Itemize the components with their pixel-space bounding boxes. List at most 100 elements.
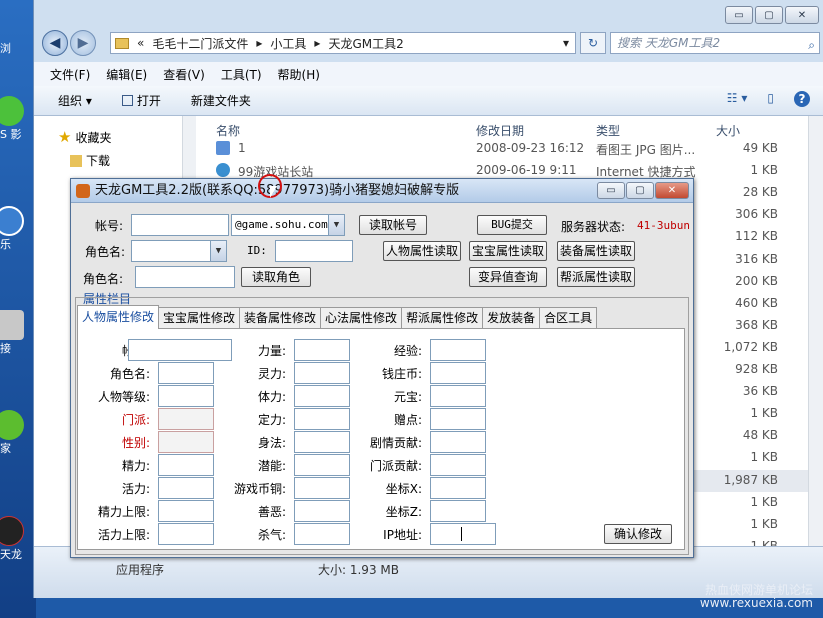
read-equip-attr-button[interactable]: 装备属性读取 <box>557 241 635 261</box>
desktop-icon-4[interactable]: 接 <box>0 310 36 356</box>
field-input[interactable] <box>430 523 496 545</box>
domain-select[interactable]: @game.sohu.com ▼ <box>231 214 345 236</box>
file-row[interactable]: 1 2008-09-23 16:12 看图王 JPG 图片... 49 KB <box>196 138 816 160</box>
field-input[interactable] <box>430 339 486 361</box>
read-account-button[interactable]: 读取帐号 <box>359 215 427 235</box>
menu-view[interactable]: 查看(V) <box>163 66 205 83</box>
desktop: 浏 S 影 乐 接 家 天龙 <box>0 0 36 618</box>
role-name-label: 角色名: <box>85 245 126 259</box>
tab-guild-attr[interactable]: 帮派属性修改 <box>401 307 484 329</box>
field-input[interactable] <box>158 362 214 384</box>
field-input[interactable] <box>294 339 350 361</box>
breadcrumb-separator-icon[interactable]: ▸ <box>256 36 262 50</box>
back-arrow-icon: ◀ <box>49 35 61 51</box>
field-input[interactable] <box>294 500 350 522</box>
desktop-icon-1[interactable]: 浏 <box>0 40 36 56</box>
file-size: 928 KB <box>735 362 778 376</box>
address-bar[interactable]: « 毛毛十二门派文件 ▸ 小工具 ▸ 天龙GM工具2 ▾ <box>110 32 576 54</box>
field-input[interactable] <box>158 385 214 407</box>
address-chevron-icon[interactable]: « <box>137 36 144 50</box>
desktop-icon-6[interactable]: 天龙 <box>0 516 36 562</box>
dialog-titlebar[interactable]: 天龙GM工具2.2版(联系QQ:58977973)骑小猪娶媳妇破解专版 ▭ ▢ … <box>71 179 693 203</box>
read-role-button[interactable]: 读取角色 <box>241 267 311 287</box>
menu-help[interactable]: 帮助(H) <box>278 66 320 83</box>
new-folder-button[interactable]: 新建文件夹 <box>191 92 251 109</box>
menu-edit[interactable]: 编辑(E) <box>106 66 147 83</box>
nav-favorites[interactable]: ★ 收藏夹 <box>58 128 111 146</box>
field-input[interactable] <box>158 477 214 499</box>
field-label: 精力: <box>121 459 150 473</box>
tab-skill-attr[interactable]: 心法属性修改 <box>320 307 403 329</box>
field-input[interactable] <box>430 454 486 476</box>
back-button[interactable]: ◀ <box>42 30 68 56</box>
field-input[interactable] <box>430 500 486 522</box>
role-name-input[interactable] <box>135 266 235 288</box>
tab-server-merge[interactable]: 合区工具 <box>539 307 598 329</box>
organize-button[interactable]: 组织 ▾ <box>58 92 92 109</box>
id-input[interactable] <box>275 240 353 262</box>
tab-issue-equipment[interactable]: 发放装备 <box>482 307 541 329</box>
field-input[interactable] <box>158 408 214 430</box>
tab-equip-attr[interactable]: 装备属性修改 <box>239 307 322 329</box>
nav-downloads[interactable]: 下载 <box>70 152 110 169</box>
column-modified[interactable]: 修改日期 <box>476 122 524 139</box>
tab-character-attr[interactable]: 人物属性修改 <box>77 305 160 329</box>
breadcrumb-item[interactable]: 毛毛十二门派文件 <box>152 35 248 52</box>
address-dropdown-icon[interactable]: ▾ <box>563 36 569 50</box>
desktop-icon-5[interactable]: 家 <box>0 410 36 456</box>
dialog-minimize-button[interactable]: ▭ <box>597 182 625 199</box>
field-input[interactable] <box>430 385 486 407</box>
breadcrumb-item[interactable]: 天龙GM工具2 <box>328 35 403 52</box>
field-input[interactable] <box>294 523 350 545</box>
field-input[interactable] <box>158 431 214 453</box>
field-input[interactable] <box>294 431 350 453</box>
desktop-icon-2[interactable]: S 影 <box>0 96 36 142</box>
field-input[interactable] <box>430 408 486 430</box>
read-char-attr-button[interactable]: 人物属性读取 <box>383 241 461 261</box>
breadcrumb-item[interactable]: 小工具 <box>270 35 306 52</box>
role-name-select[interactable]: ▼ <box>131 240 227 262</box>
field-label: 活力: <box>121 482 150 496</box>
read-pet-attr-button[interactable]: 宝宝属性读取 <box>469 241 547 261</box>
field-input[interactable] <box>430 477 486 499</box>
column-name[interactable]: 名称 <box>216 122 240 139</box>
minimize-button[interactable]: ▭ <box>725 6 753 24</box>
field-input[interactable] <box>294 408 350 430</box>
dialog-close-button[interactable]: ✕ <box>655 182 689 199</box>
field-input[interactable] <box>294 454 350 476</box>
field-input[interactable] <box>158 523 214 545</box>
confirm-modify-button[interactable]: 确认修改 <box>604 524 672 544</box>
column-type[interactable]: 类型 <box>596 122 620 139</box>
desktop-icon-3[interactable]: 乐 <box>0 206 36 252</box>
read-guild-attr-button[interactable]: 帮派属性读取 <box>557 267 635 287</box>
bug-submit-button[interactable]: BUG提交 <box>477 215 547 235</box>
nav-label: 下载 <box>86 154 111 168</box>
dialog-maximize-button[interactable]: ▢ <box>626 182 654 199</box>
maximize-button[interactable]: ▢ <box>755 6 783 24</box>
search-icon[interactable]: ⌕ <box>808 35 815 55</box>
column-size[interactable]: 大小 <box>716 122 740 139</box>
breadcrumb-separator-icon[interactable]: ▸ <box>314 36 320 50</box>
help-icon[interactable]: ? <box>794 91 810 107</box>
menu-tools[interactable]: 工具(T) <box>221 66 262 83</box>
field-input[interactable] <box>294 385 350 407</box>
field-input[interactable] <box>430 431 486 453</box>
field-input[interactable] <box>430 362 486 384</box>
account-input[interactable] <box>131 214 229 236</box>
preview-pane-icon[interactable]: ▯ <box>767 91 774 107</box>
field-input[interactable] <box>294 477 350 499</box>
tab-pet-attr[interactable]: 宝宝属性修改 <box>158 307 241 329</box>
variant-query-button[interactable]: 变异值查询 <box>469 267 547 287</box>
forward-button[interactable]: ▶ <box>70 30 96 56</box>
search-input[interactable]: 搜索 天龙GM工具2 ⌕ <box>610 32 820 54</box>
open-button[interactable]: 打开 <box>121 92 161 109</box>
close-button[interactable]: ✕ <box>785 6 819 24</box>
field-input[interactable] <box>158 500 214 522</box>
field-input[interactable] <box>158 454 214 476</box>
field-input[interactable] <box>294 362 350 384</box>
list-scrollbar[interactable] <box>808 116 823 546</box>
view-options-icon[interactable]: ☷ ▾ <box>727 91 748 107</box>
menu-file[interactable]: 文件(F) <box>50 66 90 83</box>
refresh-button[interactable]: ↻ <box>580 32 606 54</box>
field-input[interactable] <box>128 339 232 361</box>
